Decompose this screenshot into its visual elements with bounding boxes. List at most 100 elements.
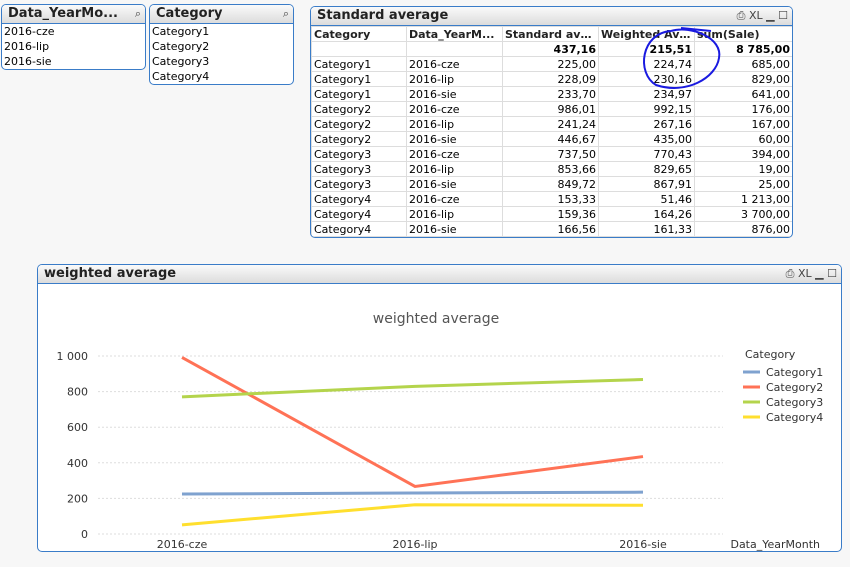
listbox-category: Category ⌕ Category1 Category2 Category3 Cat… — [149, 4, 294, 85]
listbox-title: Category — [156, 6, 223, 21]
series-line-category2[interactable] — [181, 356, 644, 488]
table-row[interactable]: Category3 2016-cze 737,50 770,43 394,00 — [311, 146, 792, 162]
table-cell: 2016-sie — [406, 131, 503, 147]
column-header[interactable]: Category — [311, 26, 407, 42]
table-cell: 19,00 — [694, 161, 792, 177]
table-cell: 2016-sie — [406, 176, 503, 192]
table-cell: 770,43 — [598, 146, 695, 162]
table-row[interactable]: Category3 2016-sie 849,72 867,91 25,00 — [311, 176, 792, 192]
table-cell: 867,91 — [598, 176, 695, 192]
weighted-average-chart-box: weighted average ⎙ XL ▁ ☐ weighted averag… — [37, 264, 842, 552]
table-cell: 153,33 — [502, 191, 599, 207]
table-cell: 1 213,00 — [694, 191, 792, 207]
table-cell: 853,66 — [502, 161, 599, 177]
table-cell: 2016-lip — [406, 116, 503, 132]
maximize-icon[interactable]: ☐ — [778, 9, 788, 22]
legend-title: Category — [745, 348, 796, 361]
table-cell: Category4 — [311, 191, 407, 207]
table-cell: 60,00 — [694, 131, 792, 147]
table-cell: 2016-lip — [406, 71, 503, 87]
series-line-category3[interactable] — [181, 378, 644, 399]
y-tick-label: 400 — [67, 457, 88, 470]
table-cell: 51,46 — [598, 191, 695, 207]
table-row[interactable]: Category3 2016-lip 853,66 829,65 19,00 — [311, 161, 792, 177]
table-cell: 2016-sie — [406, 86, 503, 102]
xl-icon[interactable]: XL — [798, 267, 812, 280]
table-cell: Category1 — [311, 71, 407, 87]
list-item[interactable]: 2016-cze — [2, 24, 145, 39]
table-cell: 241,24 — [502, 116, 599, 132]
y-tick-label: 0 — [81, 528, 88, 541]
legend-item[interactable]: Category4 — [766, 411, 823, 424]
table-cell: 166,56 — [502, 221, 599, 237]
table-row[interactable]: Category4 2016-lip 159,36 164,26 3 700,00 — [311, 206, 792, 222]
table-cell: 829,65 — [598, 161, 695, 177]
table-cell: 3 700,00 — [694, 206, 792, 222]
table-row[interactable]: Category2 2016-sie 446,67 435,00 60,00 — [311, 131, 792, 147]
total-cell: 437,16 — [502, 41, 599, 57]
table-cell: 876,00 — [694, 221, 792, 237]
column-header[interactable]: Standard ave... — [502, 26, 599, 42]
search-icon[interactable]: ⌕ — [135, 5, 141, 23]
list-item[interactable]: Category3 — [150, 54, 293, 69]
legend-item[interactable]: Category3 — [766, 396, 823, 409]
table-cell: 435,00 — [598, 131, 695, 147]
total-cell — [311, 41, 407, 57]
series-line-category4[interactable] — [181, 503, 644, 527]
table-title: Standard average — [317, 8, 449, 23]
y-tick-label: 200 — [67, 492, 88, 505]
table-cell: Category1 — [311, 56, 407, 72]
print-icon[interactable]: ⎙ — [786, 267, 795, 280]
table-cell: 267,16 — [598, 116, 695, 132]
table-row[interactable]: Category4 2016-cze 153,33 51,46 1 213,00 — [311, 191, 792, 207]
list-item[interactable]: Category4 — [150, 69, 293, 84]
chart-caption: weighted average ⎙ XL ▁ ☐ — [38, 265, 841, 284]
table-cell: Category3 — [311, 161, 407, 177]
table-cell: Category3 — [311, 146, 407, 162]
handwritten-circle-annotation — [643, 27, 721, 89]
search-icon[interactable]: ⌕ — [283, 5, 289, 23]
legend-item[interactable]: Category1 — [766, 366, 823, 379]
column-header[interactable]: Data_YearM... — [406, 26, 503, 42]
chart-title: weighted average — [373, 311, 499, 327]
maximize-icon[interactable]: ☐ — [827, 267, 837, 280]
list-item[interactable]: 2016-sie — [2, 54, 145, 69]
table-row[interactable]: Category4 2016-sie 166,56 161,33 876,00 — [311, 221, 792, 237]
table-cell: Category1 — [311, 86, 407, 102]
table-cell: Category3 — [311, 176, 407, 192]
table-cell: 233,70 — [502, 86, 599, 102]
table-cell: Category4 — [311, 221, 407, 237]
minimize-icon[interactable]: ▁ — [815, 267, 823, 280]
list-item[interactable]: Category1 — [150, 24, 293, 39]
table-cell: 849,72 — [502, 176, 599, 192]
standard-average-table-box: Standard average ⎙ XL ▁ ☐ Category Data_Ye… — [310, 6, 793, 238]
table-cell: 737,50 — [502, 146, 599, 162]
xl-icon[interactable]: XL — [749, 9, 763, 22]
table-cell: 2016-sie — [406, 221, 503, 237]
print-icon[interactable]: ⎙ — [737, 9, 746, 22]
list-item[interactable]: Category2 — [150, 39, 293, 54]
list-item[interactable]: 2016-lip — [2, 39, 145, 54]
table-row[interactable]: Category2 2016-lip 241,24 267,16 167,00 — [311, 116, 792, 132]
minimize-icon[interactable]: ▁ — [766, 9, 774, 22]
table-cell: 228,09 — [502, 71, 599, 87]
x-axis-label: Data_YearMonth — [730, 538, 820, 551]
table-cell: 167,00 — [694, 116, 792, 132]
y-tick-label: 600 — [67, 421, 88, 434]
table-cell: 2016-lip — [406, 206, 503, 222]
table-cell: Category2 — [311, 131, 407, 147]
chart-box-title: weighted average — [44, 266, 177, 281]
table-cell: 2016-cze — [406, 146, 503, 162]
listbox-data-yearmonth: Data_YearMo... ⌕ 2016-cze 2016-lip 2016-sie — [1, 4, 146, 70]
table-cell: Category2 — [311, 116, 407, 132]
legend-item[interactable]: Category2 — [766, 381, 823, 394]
table-cell: 2016-cze — [406, 101, 503, 117]
series-line-category1[interactable] — [181, 490, 644, 496]
table-cell: 2016-cze — [406, 56, 503, 72]
table-row[interactable]: Category2 2016-cze 986,01 992,15 176,00 — [311, 101, 792, 117]
x-tick-label: 2016-sie — [619, 538, 667, 551]
table-cell: 986,01 — [502, 101, 599, 117]
table-cell: Category2 — [311, 101, 407, 117]
table-cell: 161,33 — [598, 221, 695, 237]
table-cell: 446,67 — [502, 131, 599, 147]
